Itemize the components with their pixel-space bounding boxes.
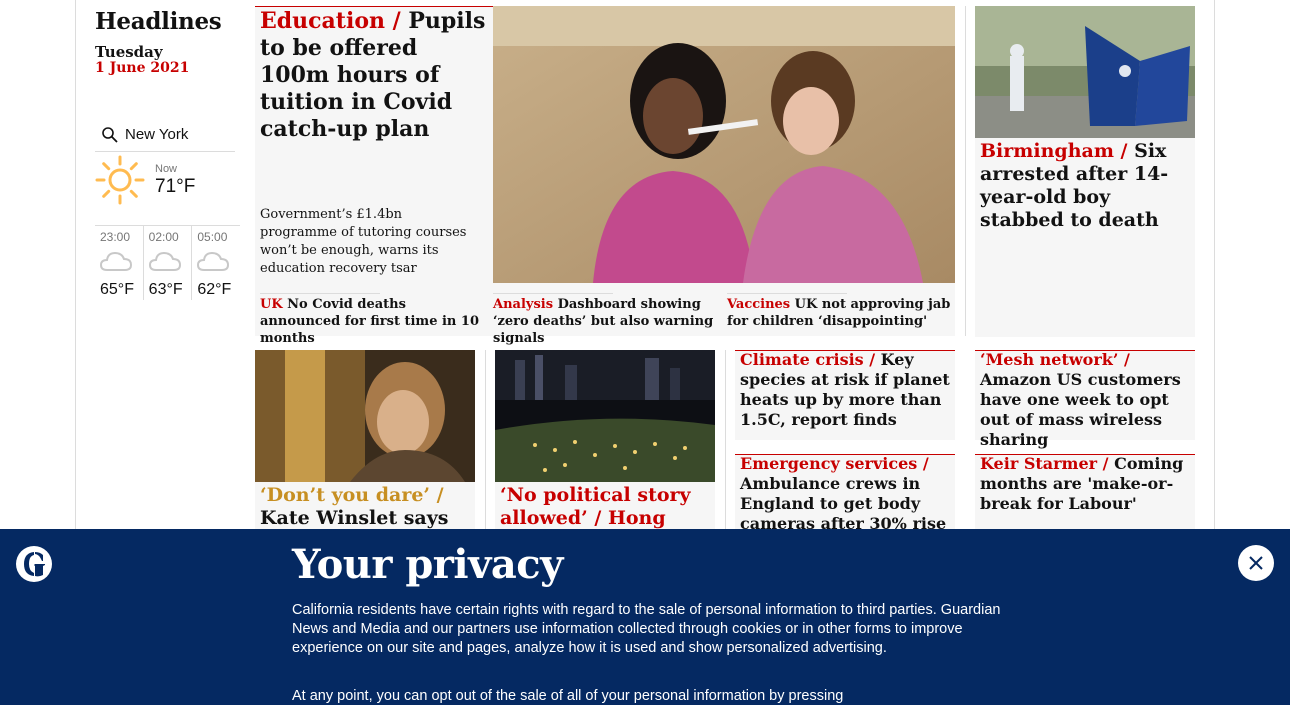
climate-story-headline[interactable]: Climate crisis / Key species at risk if … xyxy=(740,350,952,430)
forecast-item: 05:00 62°F xyxy=(192,226,240,300)
forecast-temp: 62°F xyxy=(197,281,232,298)
forecast-item: 02:00 63°F xyxy=(144,226,193,300)
birmingham-story-kicker: Birmingham xyxy=(980,140,1114,162)
hongkong-story-image xyxy=(495,350,715,482)
date-day: Tuesday xyxy=(95,43,163,61)
main-story-headline[interactable]: Education / Pupils to be offered 100m ho… xyxy=(260,8,488,143)
privacy-banner: Your privacy California residents have c… xyxy=(0,529,1290,705)
winslet-story-image xyxy=(255,350,475,482)
divider xyxy=(727,293,847,294)
privacy-title: Your privacy xyxy=(292,541,563,588)
forecast-temp: 63°F xyxy=(148,281,183,298)
kicker-separator: / xyxy=(863,350,881,369)
cloudy-icon xyxy=(196,246,230,278)
sun-icon xyxy=(95,155,145,209)
search-icon xyxy=(102,126,118,143)
sublink-kicker: Vaccines xyxy=(727,297,791,312)
winslet-story-kicker: ‘Don’t you dare’ xyxy=(260,484,431,506)
kicker-separator: / xyxy=(385,8,409,34)
sublink-text: No Covid deaths announced for first time… xyxy=(260,297,479,346)
sublink-kicker: UK xyxy=(260,297,283,312)
starmer-story-kicker: Keir Starmer xyxy=(980,454,1098,473)
forecast-time: 23:00 xyxy=(100,230,131,244)
sublink-uk[interactable]: UK No Covid deaths announced for first t… xyxy=(260,296,485,347)
divider xyxy=(493,293,613,294)
forecast-temp: 65°F xyxy=(100,281,134,298)
section-title: Headlines xyxy=(95,8,222,35)
kicker-separator: / xyxy=(917,454,929,473)
main-story-standfirst: Government’s £1.4bn programme of tutorin… xyxy=(260,207,467,276)
column-divider xyxy=(965,6,966,336)
kicker-separator: / xyxy=(430,484,444,506)
main-story-kicker: Education xyxy=(260,8,385,34)
weather-now-label: Now xyxy=(155,163,178,175)
kicker-separator: / xyxy=(587,507,608,529)
forecast-item: 23:00 65°F xyxy=(95,226,144,300)
mesh-story-title: Amazon US customers have one week to opt… xyxy=(980,370,1181,449)
close-icon xyxy=(1249,556,1263,570)
column-divider xyxy=(485,350,486,530)
main-story-image xyxy=(493,6,955,283)
forecast-time: 02:00 xyxy=(148,230,179,244)
birmingham-story-headline[interactable]: Birmingham / Six arrested after 14-year-… xyxy=(980,140,1190,232)
forecast-time: 05:00 xyxy=(197,230,228,244)
cloudy-icon xyxy=(148,246,182,278)
guardian-logo-icon xyxy=(16,546,52,582)
kicker-separator: / xyxy=(1113,140,1135,162)
weather-forecast: 23:00 65°F 02:00 63°F 05:00 62°F xyxy=(95,225,240,300)
birmingham-story-image xyxy=(975,6,1195,138)
privacy-text: California residents have certain rights… xyxy=(292,602,1001,656)
climate-story-kicker: Climate crisis xyxy=(740,350,864,369)
kicker-separator: / xyxy=(1118,350,1130,369)
weather-location-search[interactable]: New York xyxy=(95,118,235,152)
mesh-story-headline[interactable]: ‘Mesh network’ / Amazon US customers hav… xyxy=(980,350,1192,450)
close-button[interactable] xyxy=(1238,545,1274,581)
privacy-text-optout: At any point, you can opt out of the sal… xyxy=(292,688,844,704)
mesh-story-kicker: ‘Mesh network’ xyxy=(980,350,1119,369)
weather-location: New York xyxy=(125,126,189,143)
kicker-separator: / xyxy=(1097,454,1115,473)
sublink-vaccines[interactable]: Vaccines UK not approving jab for childr… xyxy=(727,296,952,330)
sublink-analysis[interactable]: Analysis Dashboard showing ‘zero deaths’… xyxy=(493,296,718,347)
date-full: 1 June 2021 xyxy=(95,60,190,76)
cloudy-icon xyxy=(99,246,133,278)
starmer-story-headline[interactable]: Keir Starmer / Coming months are 'make-o… xyxy=(980,454,1192,514)
divider xyxy=(260,293,380,294)
sublink-kicker: Analysis xyxy=(493,297,554,312)
column-divider xyxy=(725,350,726,530)
ambulance-story-kicker: Emergency services xyxy=(740,454,918,473)
weather-now-temp: 71°F xyxy=(155,176,196,197)
